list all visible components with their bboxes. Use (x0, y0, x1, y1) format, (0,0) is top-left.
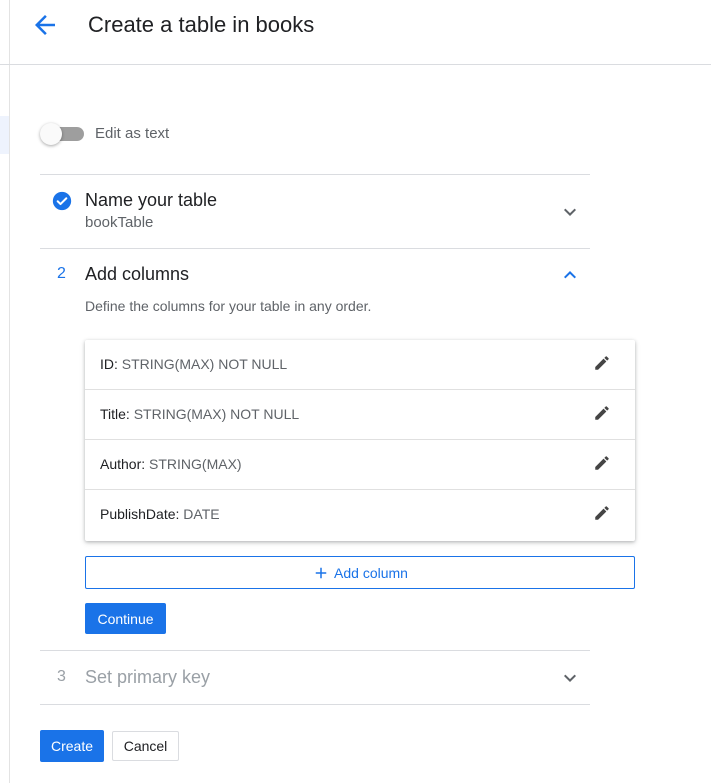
step-3-title: Set primary key (85, 667, 211, 687)
left-gutter-highlight (0, 116, 9, 154)
column-row[interactable]: Author: STRING(MAX) (85, 440, 635, 490)
column-definition: PublishDate: DATE (100, 506, 220, 522)
step-divider (40, 248, 590, 249)
plus-icon (315, 567, 327, 578)
pencil-icon[interactable] (593, 404, 611, 422)
step-2-number: 2 (57, 265, 66, 282)
column-definition: Author: STRING(MAX) (100, 456, 242, 472)
pencil-icon[interactable] (593, 354, 611, 372)
column-row[interactable]: ID: STRING(MAX) NOT NULL (85, 340, 635, 390)
column-row[interactable]: Title: STRING(MAX) NOT NULL (85, 390, 635, 440)
edit-as-text-label: Edit as text (95, 125, 170, 142)
step-2-title: Add columns (85, 264, 190, 284)
edit-as-text-row: Edit as text (40, 122, 169, 146)
continue-button[interactable]: Continue (85, 603, 166, 634)
back-button[interactable] (30, 10, 60, 40)
arrow-back-icon (35, 15, 55, 35)
edit-as-text-toggle[interactable]: Edit as text (40, 122, 169, 146)
chevron-up-icon[interactable] (558, 263, 582, 287)
step-3-number: 3 (57, 668, 66, 685)
column-name: PublishDate: (100, 506, 180, 522)
step-divider (40, 650, 590, 651)
step-divider (40, 704, 590, 705)
cancel-button[interactable]: Cancel (112, 731, 179, 761)
column-type: STRING(MAX) (149, 456, 242, 472)
page-title: Create a table in books (88, 12, 315, 37)
column-row[interactable]: PublishDate: DATE (85, 490, 635, 540)
column-name: Title: (100, 406, 130, 422)
step-2-description: Define the columns for your table in any… (85, 298, 372, 314)
column-name: ID: (100, 356, 118, 372)
column-type: DATE (183, 506, 220, 522)
pencil-icon[interactable] (593, 454, 611, 472)
create-table-page: Create a table in books Edit as text Nam… (0, 0, 711, 783)
add-column-button[interactable]: Add column (85, 556, 635, 589)
toggle-thumb (40, 123, 62, 145)
pencil-icon[interactable] (593, 504, 611, 522)
step-1-title: Name your table (85, 190, 218, 210)
columns-list: ID: STRING(MAX) NOT NULL Title: STRING(M… (85, 340, 635, 541)
step-1-summary: bookTable (85, 214, 154, 231)
chevron-down-icon[interactable] (558, 666, 582, 690)
column-name: Author: (100, 456, 146, 472)
add-column-label: Add column (334, 564, 408, 581)
check-circle-icon (52, 191, 72, 211)
step-divider (40, 174, 590, 175)
chevron-down-icon[interactable] (558, 200, 582, 224)
create-button[interactable]: Create (40, 730, 104, 762)
column-type: STRING(MAX) NOT NULL (133, 406, 300, 422)
column-definition: ID: STRING(MAX) NOT NULL (100, 356, 287, 372)
column-definition: Title: STRING(MAX) NOT NULL (100, 406, 299, 422)
page-header: Create a table in books (0, 0, 711, 65)
column-type: STRING(MAX) NOT NULL (121, 356, 288, 372)
